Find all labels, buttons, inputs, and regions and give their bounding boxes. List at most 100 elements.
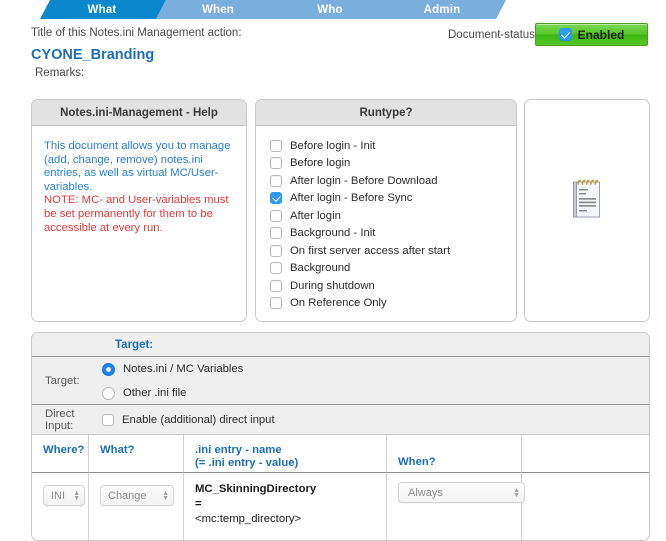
- runtype-option-0[interactable]: Before login - Init: [270, 137, 516, 155]
- runtype-option-label: Background - Init: [290, 227, 376, 240]
- runtype-option-label: After login - Before Sync: [290, 192, 413, 205]
- stepper-chevrons-icon: ▲ ▼: [73, 489, 80, 502]
- radio-other-ini-label: Other .ini file: [123, 387, 187, 399]
- target-section-heading-row: Target:: [32, 333, 649, 357]
- runtype-option-6[interactable]: On first server access after start: [270, 242, 516, 260]
- entry-equals-sign: =: [195, 498, 202, 510]
- cell-when: Always ▲ ▼: [387, 473, 525, 540]
- tab-admin[interactable]: Admin: [380, 0, 506, 19]
- select-where-value: INI: [51, 489, 66, 502]
- column-header-when: When?: [387, 435, 522, 473]
- help-text-note: NOTE: MC- and User-variables must be set…: [44, 194, 229, 234]
- entry-value[interactable]: <mc:temp_directory>: [195, 512, 386, 527]
- tab-admin-label: Admin: [423, 3, 461, 16]
- target-row: Target: Notes.ini / MC Variables Other .…: [32, 357, 649, 405]
- cell-what: Change ▲ ▼: [89, 473, 184, 540]
- checkbox-unchecked-icon: [270, 209, 282, 222]
- column-header-spacer: [522, 435, 649, 473]
- column-header-entry-line1: .ini entry - name: [195, 444, 282, 456]
- target-section: Target: Target: Notes.ini / MC Variables…: [31, 332, 650, 541]
- target-section-title: Target:: [115, 338, 154, 351]
- runtype-option-list: Before login - Init Before login After log…: [256, 126, 516, 312]
- column-header-entry: .ini entry - name (= .ini entry - value): [184, 435, 387, 473]
- entries-table: Where? What? .ini entry - name (= .ini e…: [32, 435, 649, 540]
- help-text-primary: This document allows you to manage (add,…: [44, 140, 231, 193]
- checkbox-unchecked-icon: [270, 174, 282, 187]
- cell-where: INI ▲ ▼: [32, 473, 89, 540]
- notepad-icon[interactable]: [569, 176, 605, 220]
- target-radio-group: Notes.ini / MC Variables Other .ini file: [102, 357, 649, 404]
- direct-input-checkbox-label: Enable (additional) direct input: [122, 414, 275, 426]
- tab-who-label: Who: [317, 3, 343, 16]
- checkbox-enable-direct-input[interactable]: Enable (additional) direct input: [102, 405, 649, 435]
- radio-selected-icon: [102, 362, 115, 376]
- remarks-label: Remarks:: [35, 67, 85, 79]
- document-status-toggle[interactable]: Enabled: [535, 23, 648, 46]
- document-title-input[interactable]: CYONE_Branding: [31, 47, 154, 63]
- radio-other-ini-file[interactable]: Other .ini file: [102, 381, 649, 405]
- tab-what[interactable]: What: [40, 0, 166, 19]
- cell-spacer: [522, 473, 649, 540]
- runtype-panel-heading: Runtype?: [256, 100, 516, 126]
- select-when-value: Always: [408, 486, 443, 499]
- checkbox-checked-icon: [270, 192, 282, 205]
- tab-who[interactable]: Who: [268, 0, 394, 19]
- runtype-option-label: Before login: [290, 157, 351, 170]
- runtype-option-label: Before login - Init: [290, 139, 376, 152]
- checkbox-unchecked-icon: [270, 157, 282, 170]
- select-what-value: Change: [108, 489, 147, 502]
- runtype-option-label: During shutdown: [290, 279, 375, 292]
- checkbox-unchecked-icon: [270, 279, 282, 292]
- direct-input-field: Enable (additional) direct input: [102, 405, 649, 434]
- table-row: INI ▲ ▼ Change ▲ ▼ MC_SkinningDirectory …: [32, 473, 649, 540]
- attachment-panel: [524, 99, 650, 322]
- select-where[interactable]: INI ▲ ▼: [43, 485, 85, 506]
- runtype-option-5[interactable]: Background - Init: [270, 225, 516, 243]
- checkbox-unchecked-icon: [270, 227, 282, 240]
- runtype-option-label: On first server access after start: [290, 244, 451, 257]
- help-panel-body: This document allows you to manage (add,…: [32, 126, 246, 235]
- help-panel: Notes.ini-Management - Help This documen…: [31, 99, 247, 322]
- stepper-chevrons-icon: ▲ ▼: [513, 486, 520, 499]
- runtype-option-7[interactable]: Background: [270, 260, 516, 278]
- runtype-option-label: Background: [290, 262, 351, 275]
- select-what[interactable]: Change ▲ ▼: [100, 485, 174, 506]
- tab-when[interactable]: When: [156, 0, 282, 19]
- tab-when-label: When: [201, 3, 235, 16]
- title-field-label: Title of this Notes.ini Management actio…: [31, 27, 242, 39]
- select-when[interactable]: Always ▲ ▼: [398, 482, 525, 503]
- column-header-where: Where?: [32, 435, 89, 473]
- checkbox-unchecked-icon: [270, 139, 282, 152]
- column-header-when-label: When?: [398, 456, 436, 468]
- runtype-option-3[interactable]: After login - Before Sync: [270, 190, 516, 208]
- notepad-icon-container: [525, 100, 649, 296]
- runtype-option-4[interactable]: After login: [270, 207, 516, 225]
- stepper-chevrons-icon: ▲ ▼: [162, 489, 169, 502]
- runtype-option-label: On Reference Only: [290, 297, 387, 310]
- checkbox-unchecked-icon: [102, 414, 114, 426]
- direct-input-label: Direct Input:: [45, 407, 75, 432]
- document-status-label: Document-status:: [448, 29, 539, 41]
- column-header-what-label: What?: [100, 444, 135, 456]
- application-window: What When Who Admin Title of this Notes.…: [0, 0, 666, 541]
- radio-notes-ini-label: Notes.ini / MC Variables: [123, 363, 244, 375]
- checkbox-checked-icon: [558, 28, 572, 41]
- entries-table-header-row: Where? What? .ini entry - name (= .ini e…: [32, 435, 649, 473]
- runtype-panel: Runtype? Before login - Init Before login…: [255, 99, 517, 322]
- help-panel-heading: Notes.ini-Management - Help: [32, 100, 246, 126]
- radio-notes-ini-mc-variables[interactable]: Notes.ini / MC Variables: [102, 357, 649, 381]
- target-row-label: Target:: [45, 374, 80, 387]
- runtype-option-1[interactable]: Before login: [270, 155, 516, 173]
- entry-name-value[interactable]: MC_SkinningDirectory: [195, 482, 386, 497]
- checkbox-unchecked-icon: [270, 297, 282, 310]
- runtype-option-9[interactable]: On Reference Only: [270, 295, 516, 313]
- direct-input-row: Direct Input: Enable (additional) direct…: [32, 405, 649, 435]
- document-status-value: Enabled: [577, 27, 625, 42]
- runtype-option-label: After login - Before Download: [290, 174, 438, 187]
- tab-bar: What When Who Admin: [0, 0, 666, 19]
- radio-unselected-icon: [102, 386, 115, 400]
- runtype-option-8[interactable]: During shutdown: [270, 277, 516, 295]
- checkbox-unchecked-icon: [270, 244, 282, 257]
- checkbox-unchecked-icon: [270, 262, 282, 275]
- runtype-option-2[interactable]: After login - Before Download: [270, 172, 516, 190]
